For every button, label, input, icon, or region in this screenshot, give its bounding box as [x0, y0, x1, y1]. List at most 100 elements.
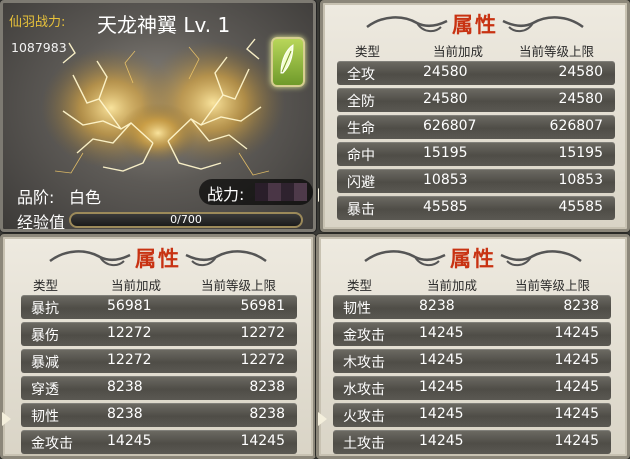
- combat-power-box: 战力:: [199, 179, 313, 205]
- attribute-row: 生命 626807 626807: [337, 115, 615, 139]
- attr-current: 14245: [419, 325, 464, 341]
- ornament-right-icon: [502, 16, 584, 33]
- attribute-row: 穿透 8238 8238: [21, 376, 297, 400]
- attr-current: 10853: [423, 172, 468, 188]
- attr-max: 12272: [240, 352, 285, 368]
- attribute-row: 韧性 8238 8238: [333, 295, 611, 319]
- attr-max: 10853: [558, 172, 603, 188]
- attribute-row: 金攻击 14245 14245: [333, 322, 611, 346]
- attr-name: 闪避: [347, 175, 375, 191]
- attr-current: 8238: [107, 379, 143, 395]
- combat-power-value-mosaic: [255, 183, 307, 201]
- attribute-row: 暴抗 56981 56981: [21, 295, 297, 319]
- panel-header: 属性: [323, 3, 627, 45]
- attr-max: 8238: [563, 298, 599, 314]
- attr-name: 木攻击: [343, 355, 385, 371]
- attribute-row: 金攻击 14245 14245: [21, 430, 297, 454]
- wing-power-label: 仙羽战力:: [9, 15, 66, 30]
- column-headers: 类型 当前加成 当前等级上限: [319, 275, 627, 293]
- attr-name: 水攻击: [343, 382, 385, 398]
- attribute-list: 暴抗 56981 56981 暴伤 12272 12272 暴减 12272 12272 穿…: [21, 295, 297, 456]
- attr-name: 暴伤: [31, 328, 59, 344]
- attribute-row: 暴击 45585 45585: [337, 196, 615, 220]
- col-max: 当前等级上限: [515, 278, 591, 293]
- wing-badge[interactable]: [271, 37, 305, 87]
- attr-max: 56981: [240, 298, 285, 314]
- quality-label: 品阶:: [17, 188, 55, 207]
- attr-max: 626807: [549, 118, 603, 134]
- attr-max: 14245: [554, 379, 599, 395]
- quality-value: 白色: [69, 188, 102, 207]
- attr-current: 8238: [419, 298, 455, 314]
- attr-max: 24580: [558, 91, 603, 107]
- wing-power-value: 1087983: [11, 40, 67, 55]
- attr-name: 命中: [347, 148, 375, 164]
- attr-name: 韧性: [31, 409, 59, 425]
- attr-max: 8238: [249, 406, 285, 422]
- attr-name: 全攻: [347, 67, 375, 83]
- attr-max: 8238: [249, 379, 285, 395]
- attr-name: 生命: [347, 121, 375, 137]
- attribute-row: 全防 24580 24580: [337, 88, 615, 112]
- attr-max: 15195: [558, 145, 603, 161]
- attribute-panel-3: 属性 类型 当前加成 当前等级上限 韧性 8238 8238 金攻击 14245 142…: [316, 234, 630, 459]
- attr-max: 14245: [554, 352, 599, 368]
- attr-current: 24580: [423, 64, 468, 80]
- attribute-panel-2: 属性 类型 当前加成 当前等级上限 暴抗 56981 56981 暴伤 12272 12…: [0, 234, 316, 459]
- attribute-row: 火攻击 14245 14245: [333, 403, 611, 427]
- col-max: 当前等级上限: [519, 44, 595, 59]
- attr-max: 24580: [558, 64, 603, 80]
- col-max: 当前等级上限: [201, 278, 277, 293]
- attr-current: 8238: [107, 406, 143, 422]
- attr-name: 全防: [347, 94, 375, 110]
- attribute-row: 韧性 8238 8238: [21, 403, 297, 427]
- col-type: 类型: [347, 278, 373, 293]
- attribute-row: 全攻 24580 24580: [337, 61, 615, 85]
- wing-card: 仙羽战力: 1087983 天龙神翼 Lv. 1 品阶: 白色 战力: 经验值 …: [0, 0, 316, 232]
- attr-name: 火攻击: [343, 409, 385, 425]
- attribute-row: 暴减 12272 12272: [21, 349, 297, 373]
- attr-name: 韧性: [343, 301, 371, 317]
- attr-current: 626807: [423, 118, 477, 134]
- attr-max: 14245: [240, 433, 285, 449]
- attribute-list: 全攻 24580 24580 全防 24580 24580 生命 626807 626807…: [337, 61, 615, 223]
- attr-current: 24580: [423, 91, 468, 107]
- wing-name: 天龙神翼 Lv. 1: [97, 13, 231, 37]
- attribute-row: 暴伤 12272 12272: [21, 322, 297, 346]
- col-current: 当前加成: [433, 44, 484, 59]
- panel-header: 属性: [319, 237, 627, 279]
- attribute-row: 土攻击 14245 14245: [333, 430, 611, 454]
- exp-label: 经验值: [17, 213, 66, 232]
- attr-name: 暴击: [347, 202, 375, 218]
- attr-name: 土攻击: [343, 436, 385, 452]
- attr-max: 14245: [554, 406, 599, 422]
- panel-3-prev-arrow[interactable]: [318, 412, 327, 426]
- attr-max: 45585: [558, 199, 603, 215]
- attr-current: 14245: [419, 352, 464, 368]
- attribute-row: 命中 15195 15195: [337, 142, 615, 166]
- col-current: 当前加成: [111, 278, 162, 293]
- attr-current: 12272: [107, 325, 152, 341]
- panel-2-prev-arrow[interactable]: [2, 412, 11, 426]
- attr-current: 45585: [423, 199, 468, 215]
- attr-name: 穿透: [31, 382, 59, 398]
- attribute-list: 韧性 8238 8238 金攻击 14245 14245 木攻击 14245 14245 水…: [333, 295, 611, 456]
- column-headers: 类型 当前加成 当前等级上限: [3, 275, 313, 293]
- attr-name: 金攻击: [31, 436, 73, 452]
- attr-current: 14245: [419, 406, 464, 422]
- attr-current: 14245: [107, 433, 152, 449]
- feather-icon: [280, 44, 294, 74]
- col-type: 类型: [355, 44, 381, 59]
- attribute-row: 闪避 10853 10853: [337, 169, 615, 193]
- attribute-row: 水攻击 14245 14245: [333, 376, 611, 400]
- column-headers: 类型 当前加成 当前等级上限: [323, 41, 627, 59]
- attr-max: 14245: [554, 325, 599, 341]
- attr-current: 56981: [107, 298, 152, 314]
- attribute-row: 木攻击 14245 14245: [333, 349, 611, 373]
- col-current: 当前加成: [427, 278, 478, 293]
- attribute-panel-1: 属性 类型 当前加成 当前等级上限 全攻 24580 24580 全防 24580 24…: [320, 0, 630, 232]
- attr-max: 12272: [240, 325, 285, 341]
- exp-bar: 0/700: [69, 212, 303, 228]
- attr-current: 14245: [419, 379, 464, 395]
- exp-text: 0/700: [170, 213, 202, 226]
